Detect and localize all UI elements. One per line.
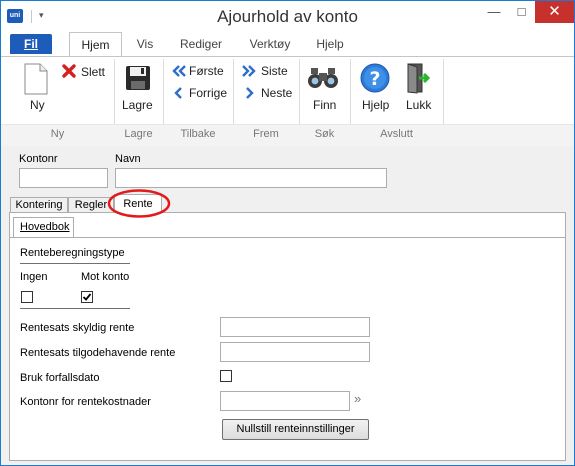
- ribbon: Ny Slett Lagre Første Forrige Siste Nest…: [1, 56, 574, 147]
- tab-verktoy[interactable]: Verktøy: [242, 32, 298, 56]
- group-label-frem: Frem: [253, 128, 279, 140]
- subtab-divider: [10, 237, 565, 238]
- ny-button[interactable]: Ny: [30, 98, 45, 112]
- maximize-button[interactable]: □: [508, 1, 535, 23]
- next-icon[interactable]: [245, 87, 255, 102]
- group-label-ny: Ny: [50, 128, 65, 140]
- kontonr-input[interactable]: [19, 168, 108, 188]
- subtab-hovedbok[interactable]: Hovedbok: [20, 221, 70, 233]
- lookup-arrow-icon[interactable]: »: [354, 391, 361, 406]
- bruk-forfallsdato-label: Bruk forfallsdato: [20, 372, 100, 384]
- kontonr-rentekostnader-label: Kontonr for rentekostnader: [20, 396, 151, 408]
- rentesats-skyldig-input[interactable]: [220, 317, 370, 337]
- tab-hjem[interactable]: Hjem: [69, 32, 122, 57]
- svg-text:?: ?: [369, 68, 380, 90]
- kontonr-rentekostnader-input[interactable]: [220, 391, 350, 411]
- save-icon[interactable]: [125, 65, 151, 94]
- main-window: uni ▾ Ajourhold av konto — □ ✕ Fil Hjem …: [0, 0, 575, 466]
- navn-input[interactable]: [115, 168, 387, 188]
- lukk-button[interactable]: Lukk: [406, 98, 431, 112]
- forrige-button[interactable]: Forrige: [189, 86, 227, 100]
- ingen-checkbox[interactable]: [21, 291, 33, 303]
- tab-rediger[interactable]: Rediger: [173, 32, 229, 56]
- group-label-avslutt: Avslutt: [380, 128, 413, 140]
- ribbon-tab-bar: Fil Hjem Vis Rediger Verktøy Hjelp: [1, 32, 574, 57]
- tab-vis[interactable]: Vis: [127, 32, 163, 56]
- lagre-button[interactable]: Lagre: [122, 98, 153, 112]
- exit-door-icon[interactable]: [405, 62, 431, 97]
- mot-konto-checkbox[interactable]: [81, 291, 93, 303]
- close-button[interactable]: ✕: [535, 1, 574, 23]
- rentesats-tilgode-label: Rentesats tilgodehavende rente: [20, 347, 176, 359]
- highlight-ellipse: [107, 189, 171, 218]
- mot-konto-label: Mot konto: [81, 271, 130, 283]
- nullstill-renteinnstillinger-button[interactable]: Nullstill renteinnstillinger: [222, 419, 369, 440]
- neste-button[interactable]: Neste: [261, 86, 292, 100]
- renteberegningstype-label: Renteberegningstype: [20, 247, 125, 259]
- form-area: Kontonr Navn Kontering Regler Rente Hove…: [1, 146, 574, 465]
- last-icon[interactable]: [242, 65, 256, 80]
- previous-icon[interactable]: [173, 87, 183, 102]
- delete-icon[interactable]: [62, 64, 76, 81]
- finn-button[interactable]: Finn: [313, 98, 336, 112]
- hjelp-button[interactable]: Hjelp: [362, 98, 389, 112]
- bruk-forfallsdato-checkbox[interactable]: [220, 370, 232, 382]
- ingen-label: Ingen: [20, 271, 48, 283]
- group-label-sok: Søk: [314, 128, 335, 140]
- siste-button[interactable]: Siste: [261, 64, 288, 78]
- new-document-icon[interactable]: [23, 63, 49, 98]
- kontonr-label: Kontonr: [19, 153, 58, 165]
- checkmark-icon: [82, 293, 92, 301]
- first-icon[interactable]: [172, 65, 186, 80]
- title-bar: uni ▾ Ajourhold av konto — □ ✕: [1, 1, 574, 32]
- navn-label: Navn: [115, 153, 141, 165]
- rentesats-skyldig-label: Rentesats skyldig rente: [20, 322, 135, 334]
- minimize-button[interactable]: —: [480, 1, 508, 23]
- forste-button[interactable]: Første: [189, 64, 224, 78]
- tab-fil[interactable]: Fil: [10, 34, 52, 54]
- rentesats-tilgode-input[interactable]: [220, 342, 370, 362]
- tab-hjelp[interactable]: Hjelp: [307, 32, 353, 56]
- group-label-tilbake: Tilbake: [180, 128, 216, 140]
- group-label-lagre: Lagre: [124, 128, 153, 140]
- help-icon[interactable]: ?: [360, 63, 390, 96]
- slett-button[interactable]: Slett: [81, 65, 105, 79]
- binoculars-icon[interactable]: [307, 67, 339, 92]
- tab-kontering[interactable]: Kontering: [10, 197, 68, 213]
